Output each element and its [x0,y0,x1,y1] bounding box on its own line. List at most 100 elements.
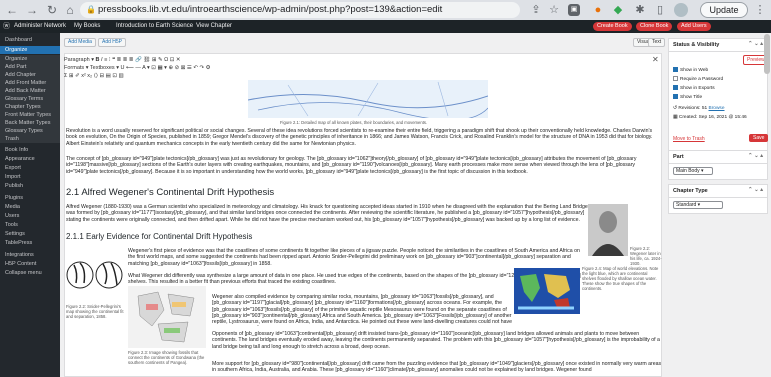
view-chapter-link[interactable]: View Chapter [196,20,232,33]
editor-toolbar-row-2: Formats ▾ Textboxes ▾ U ⟵ ― A ▾ ⊡ ▦ ▾ ⊕ … [64,65,211,71]
paragraph: Wegener also compiled evidence by compar… [212,294,512,326]
paragraph: Alfred Wegener (1880-1930) was a German … [66,204,588,223]
move-to-trash-link[interactable]: Move to Trash [673,136,705,142]
chevron-up-icon[interactable]: ⌃ ⌄ ▴ [748,41,763,47]
save-button[interactable]: Save [749,134,769,142]
admin-bar: ⓦ Administer Network My Books Introducti… [0,20,771,33]
sidebar-item-dashboard[interactable]: Dashboard [0,36,60,44]
my-books-link[interactable]: My Books [74,20,100,33]
sidebar-subitem[interactable]: Organize [0,55,60,63]
sidebar-item-organize[interactable]: Organize [0,46,60,54]
admin-sidebar: Dashboard Organize Organize Add Part Add… [0,33,60,377]
box-title[interactable]: Status & Visibility ⌃ ⌄ ▴ [669,39,767,52]
figure-caption: Figure 2.2: Snider-Pellegrini's map show… [66,304,124,319]
extension-icon[interactable]: ● [590,2,606,18]
reload-icon[interactable]: ↻ [44,2,60,18]
sidebar-subitem[interactable]: Add Part [0,63,60,71]
chapter-type-box: Chapter Type ⌃ ⌄ ▴ Standard ▾ [668,184,768,214]
add-users-button[interactable]: Add Users [677,22,711,31]
puzzle-icon[interactable]: ✱ [632,2,648,18]
sidebar-item-settings[interactable]: Settings [0,230,60,238]
extension-icon[interactable]: ▣ [568,4,580,16]
scrollbar[interactable] [764,34,770,74]
book-title-link[interactable]: Introduction to Earth Science [116,20,193,33]
forward-icon[interactable]: → [24,2,40,18]
sidebar-item-integrations[interactable]: Integrations [0,251,60,259]
bookmark-star-icon[interactable]: ☆ [546,2,562,18]
update-button[interactable]: Update [700,2,748,18]
tab-text[interactable]: Text [648,38,666,47]
require-password-checkbox[interactable]: Require a Password [673,76,723,82]
toolbar-icons[interactable]: ▾ B I ≡ ⁝ ❝ ≣ ≣ ≣ 🔗 ⛓ ⊞ ✎ Ω ⊡ ✕ [91,57,180,63]
paragraph: Wegener's first piece of evidence was th… [128,248,580,267]
add-h5p-button[interactable]: Add H5P [98,38,127,47]
sidebar-subitem[interactable]: Glossary Types [0,127,60,135]
url-text: pressbooks.lib.vt.edu/introearthscience/… [98,4,443,15]
part-box: Part ⌃ ⌄ ▴ Main Body ▾ [668,150,768,180]
part-select[interactable]: Main Body ▾ [673,167,713,175]
wegener-portrait-image [588,204,628,256]
globes-map-image [66,261,123,289]
sidebar-item-media[interactable]: Media [0,203,60,211]
toolbar-icons[interactable]: Σ ⊞ ✐ x² x₂ ⟨⟩ ⊟ ▤ ⊡ ▥ [64,73,124,79]
sidepanel-icon[interactable]: ▯ [652,2,668,18]
sidebar-item-import[interactable]: Import [0,173,60,181]
chevron-up-icon[interactable]: ⌃ ⌄ ▴ [748,153,763,159]
clone-book-button[interactable]: Clone Book [636,22,673,31]
box-title[interactable]: Part ⌃ ⌄ ▴ [669,151,767,164]
formats-select[interactable]: Formats [64,65,84,71]
sidebar-item-tablepress[interactable]: TablePress [0,239,60,247]
add-media-button[interactable]: Add Media [64,38,96,47]
fullscreen-icon[interactable]: ✕ [652,55,659,64]
browser-toolbar: ← → ↻ ⌂ 🔒 pressbooks.lib.vt.edu/introear… [0,0,771,20]
paragraph-select[interactable]: Paragraph [64,57,90,63]
sidebar-subitem[interactable]: Chapter Types [0,103,60,111]
section-heading: 2.1 Alfred Wegener's Continental Drift H… [66,187,275,198]
admin-network-link[interactable]: Administer Network [14,20,66,33]
fossil-map-image [128,286,206,348]
home-icon[interactable]: ⌂ [62,2,78,18]
plate-map-image [248,80,488,118]
show-title-checkbox[interactable]: Show Title [673,94,702,100]
create-book-button[interactable]: Create Book [593,22,632,31]
wordpress-icon[interactable]: ⓦ [3,20,10,33]
address-bar[interactable]: 🔒 pressbooks.lib.vt.edu/introearthscienc… [80,2,520,18]
show-in-exports-checkbox[interactable]: Show in Exports [673,85,715,91]
sidebar-item-plugins[interactable]: Plugins [0,194,60,202]
menu-icon[interactable]: ⋮ [752,2,768,18]
sidebar-item-appearance[interactable]: Appearance [0,155,60,163]
figure-caption: Figure 2.1: Detailed map of all known pl… [280,120,428,125]
sidebar-item-export[interactable]: Export [0,164,60,172]
sidebar-subitem[interactable]: Trash [0,135,60,143]
avatar[interactable] [674,3,688,17]
browse-link[interactable]: Browse [709,106,725,111]
toolbar-icons[interactable]: ▾ U ⟵ ― A ▾ ⊡ ▦ ▾ ⊕ ⊘ ⊠ ☰ ↶ ↷ ⚙ [116,65,210,71]
sidebar-subitem[interactable]: Add Back Matter [0,87,60,95]
figure-caption: Figure 2.4: Map of world elevations. Not… [582,266,659,291]
sidebar-item-tools[interactable]: Tools [0,221,60,229]
paragraph: The concept of [pb_glossary id="949"]pla… [66,156,637,175]
back-icon[interactable]: ← [4,2,20,18]
sidebar-subitem[interactable]: Glossary Terms [0,95,60,103]
share-icon[interactable]: ⇪ [528,2,544,18]
subsection-heading: 2.1.1 Early Evidence for Continental Dri… [66,232,253,241]
sidebar-item-h5p[interactable]: H5P Content [0,260,60,268]
sidebar-item-publish[interactable]: Publish [0,182,60,190]
chevron-up-icon[interactable]: ⌃ ⌄ ▴ [748,187,763,193]
status-visibility-box: Status & Visibility ⌃ ⌄ ▴ Preview Show in… [668,38,769,152]
chapter-type-select[interactable]: Standard ▾ [673,201,723,209]
editor-toolbar-row-3: Σ ⊞ ✐ x² x₂ ⟨⟩ ⊟ ▤ ⊡ ▥ [64,72,124,80]
sidebar-item-book-info[interactable]: Book Info [0,146,60,154]
box-title[interactable]: Chapter Type ⌃ ⌄ ▴ [669,185,767,198]
collapse-menu-button[interactable]: Collapse menu [0,269,60,277]
sidebar-subitem[interactable]: Front Matter Types [0,111,60,119]
extension-icon[interactable]: ◆ [610,2,626,18]
sidebar-subitem[interactable]: Add Chapter [0,71,60,79]
lock-icon: 🔒 [86,5,96,14]
sidebar-subitem[interactable]: Back Matter Types [0,119,60,127]
sidebar-item-users[interactable]: Users [0,212,60,220]
show-in-web-checkbox[interactable]: Show in Web [673,67,708,73]
sidebar-subitem[interactable]: Add Front Matter [0,79,60,87]
paragraph: Revolution is a word usually reserved fo… [66,128,653,147]
textboxes-select[interactable]: Textboxes [90,65,115,71]
